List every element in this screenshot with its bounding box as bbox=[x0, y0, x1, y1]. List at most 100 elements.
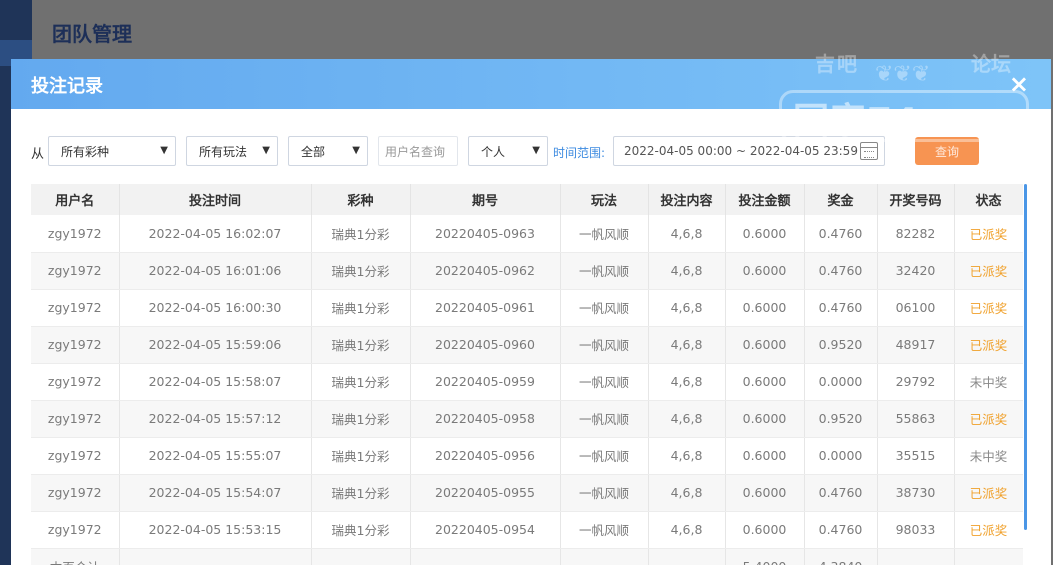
table-cell: 4,6,8 bbox=[648, 289, 726, 327]
username-search-input[interactable]: 用户名查询 bbox=[378, 136, 458, 166]
column-header: 期号 bbox=[410, 184, 561, 215]
table-cell: 35515 bbox=[877, 437, 955, 475]
table-cell: 0.6000 bbox=[725, 363, 805, 401]
table-row: zgy1972 2022-04-05 16:01:06 瑞典1分彩 20220405-… bbox=[31, 252, 1023, 290]
table-cell: 2022-04-05 15:59:06 bbox=[119, 326, 312, 364]
table-cell: zgy1972 bbox=[31, 326, 120, 364]
table-cell: 20220405-0958 bbox=[410, 400, 561, 438]
table-cell: 一帆风顺 bbox=[560, 252, 649, 290]
table-cell: 一帆风顺 bbox=[560, 474, 649, 512]
table-row: zgy1972 2022-04-05 15:58:07 瑞典1分彩 20220405-… bbox=[31, 363, 1023, 401]
table-cell: 0.4760 bbox=[804, 289, 878, 327]
table-cell: 一帆风顺 bbox=[560, 326, 649, 364]
table-cell: 29792 bbox=[877, 363, 955, 401]
table-cell: 20220405-0961 bbox=[410, 289, 561, 327]
table-cell: zgy1972 bbox=[31, 437, 120, 475]
table-cell: 2022-04-05 15:53:15 bbox=[119, 511, 312, 549]
column-header: 投注内容 bbox=[648, 184, 726, 215]
table-cell: 未中奖 bbox=[954, 437, 1023, 475]
column-header: 投注时间 bbox=[119, 184, 312, 215]
table-scrollbar[interactable] bbox=[1024, 184, 1027, 530]
table-cell: 0.0000 bbox=[804, 437, 878, 475]
table-cell: 4,6,8 bbox=[648, 326, 726, 364]
table-row: zgy1972 2022-04-05 15:57:12 瑞典1分彩 20220405-… bbox=[31, 400, 1023, 438]
table-cell: 0.4760 bbox=[804, 252, 878, 290]
table-row: zgy1972 2022-04-05 15:54:07 瑞典1分彩 20220405-… bbox=[31, 474, 1023, 512]
table-cell: 20220405-0956 bbox=[410, 437, 561, 475]
table-cell: 一帆风顺 bbox=[560, 511, 649, 549]
table-cell: 瑞典1分彩 bbox=[311, 252, 411, 290]
watermark-top-right: 论坛 bbox=[971, 52, 1011, 76]
table-row: zgy1972 2022-04-05 15:53:15 瑞典1分彩 20220405-… bbox=[31, 511, 1023, 549]
table-cell: 20220405-0959 bbox=[410, 363, 561, 401]
play-type-select[interactable]: 所有玩法 ▼ bbox=[186, 136, 278, 166]
table-cell: 2022-04-05 16:01:06 bbox=[119, 252, 312, 290]
table-cell: 已派奖 bbox=[954, 326, 1023, 364]
status-value: 全部 bbox=[301, 144, 326, 159]
table-cell: 4,6,8 bbox=[648, 363, 726, 401]
table-cell: 已派奖 bbox=[954, 215, 1023, 253]
table-cell: 0.6000 bbox=[725, 289, 805, 327]
table-cell: 4,6,8 bbox=[648, 474, 726, 512]
column-header: 用户名 bbox=[31, 184, 120, 215]
table-cell: 0.9520 bbox=[804, 326, 878, 364]
lottery-type-value: 所有彩种 bbox=[61, 144, 110, 159]
ornament-icon: ❦❦❦ bbox=[875, 62, 931, 87]
table-cell: 2022-04-05 15:57:12 bbox=[119, 400, 312, 438]
table-cell: 4,6,8 bbox=[648, 437, 726, 475]
calendar-icon[interactable] bbox=[860, 142, 878, 160]
table-cell: zgy1972 bbox=[31, 474, 120, 512]
table-cell: 06100 bbox=[877, 289, 955, 327]
table-body: zgy1972 2022-04-05 16:02:07 瑞典1分彩 20220405-… bbox=[31, 215, 1023, 565]
chevron-down-icon: ▼ bbox=[160, 145, 168, 156]
table-cell: 48917 bbox=[877, 326, 955, 364]
table-cell: 0.6000 bbox=[725, 511, 805, 549]
table-cell: 4,6,8 bbox=[648, 400, 726, 438]
table-cell bbox=[311, 548, 411, 565]
column-header: 投注金额 bbox=[725, 184, 805, 215]
table-cell: 20220405-0954 bbox=[410, 511, 561, 549]
table-cell: zgy1972 bbox=[31, 363, 120, 401]
table-cell bbox=[648, 548, 726, 565]
table-cell: 0.6000 bbox=[725, 326, 805, 364]
table-cell bbox=[560, 548, 649, 565]
table-cell: 0.4760 bbox=[804, 474, 878, 512]
table-cell: 2022-04-05 15:55:07 bbox=[119, 437, 312, 475]
scope-select[interactable]: 个人 ▼ bbox=[468, 136, 548, 166]
table-row: zgy1972 2022-04-05 16:00:30 瑞典1分彩 20220405-… bbox=[31, 289, 1023, 327]
table-row: zgy1972 2022-04-05 15:55:07 瑞典1分彩 20220405-… bbox=[31, 437, 1023, 475]
chevron-down-icon: ▼ bbox=[532, 145, 540, 156]
lottery-type-select[interactable]: 所有彩种 ▼ bbox=[48, 136, 176, 166]
table-cell bbox=[877, 548, 955, 565]
table-cell: 瑞典1分彩 bbox=[311, 326, 411, 364]
table-cell: 4.3840 bbox=[804, 548, 878, 565]
column-header: 开奖号码 bbox=[877, 184, 955, 215]
column-header: 奖金 bbox=[804, 184, 878, 215]
table-cell: 0.0000 bbox=[804, 363, 878, 401]
table-cell bbox=[410, 548, 561, 565]
table-cell: 本页合计 bbox=[31, 548, 120, 565]
chevron-down-icon: ▼ bbox=[262, 145, 270, 156]
table-cell: 已派奖 bbox=[954, 474, 1023, 512]
table-cell: 瑞典1分彩 bbox=[311, 511, 411, 549]
bet-records-table: 用户名 投注时间 彩种 期号 玩法 投注内容 投注金额 奖金 开奖号码 状态 z… bbox=[31, 184, 1023, 565]
table-cell: 一帆风顺 bbox=[560, 437, 649, 475]
username-placeholder: 用户名查询 bbox=[385, 144, 446, 159]
background-page-title: 团队管理 bbox=[52, 22, 132, 46]
table-cell bbox=[119, 548, 312, 565]
table-cell: 2022-04-05 15:58:07 bbox=[119, 363, 312, 401]
status-select[interactable]: 全部 ▼ bbox=[288, 136, 368, 166]
table-cell: 已派奖 bbox=[954, 511, 1023, 549]
table-cell: 瑞典1分彩 bbox=[311, 400, 411, 438]
table-cell: 一帆风顺 bbox=[560, 215, 649, 253]
table-summary-row: 本页合计 5.40004.3840 bbox=[31, 548, 1023, 565]
table-cell: 4,6,8 bbox=[648, 215, 726, 253]
table-row: zgy1972 2022-04-05 16:02:07 瑞典1分彩 20220405-… bbox=[31, 215, 1023, 253]
table-cell: 已派奖 bbox=[954, 400, 1023, 438]
table-cell: 0.6000 bbox=[725, 400, 805, 438]
table-cell: 0.9520 bbox=[804, 400, 878, 438]
time-range-label: 时间范围: bbox=[553, 146, 606, 160]
date-range-value: 2022-04-05 00:00 ~ 2022-04-05 23:59 bbox=[624, 144, 858, 158]
table-cell: 38730 bbox=[877, 474, 955, 512]
table-cell: 瑞典1分彩 bbox=[311, 363, 411, 401]
